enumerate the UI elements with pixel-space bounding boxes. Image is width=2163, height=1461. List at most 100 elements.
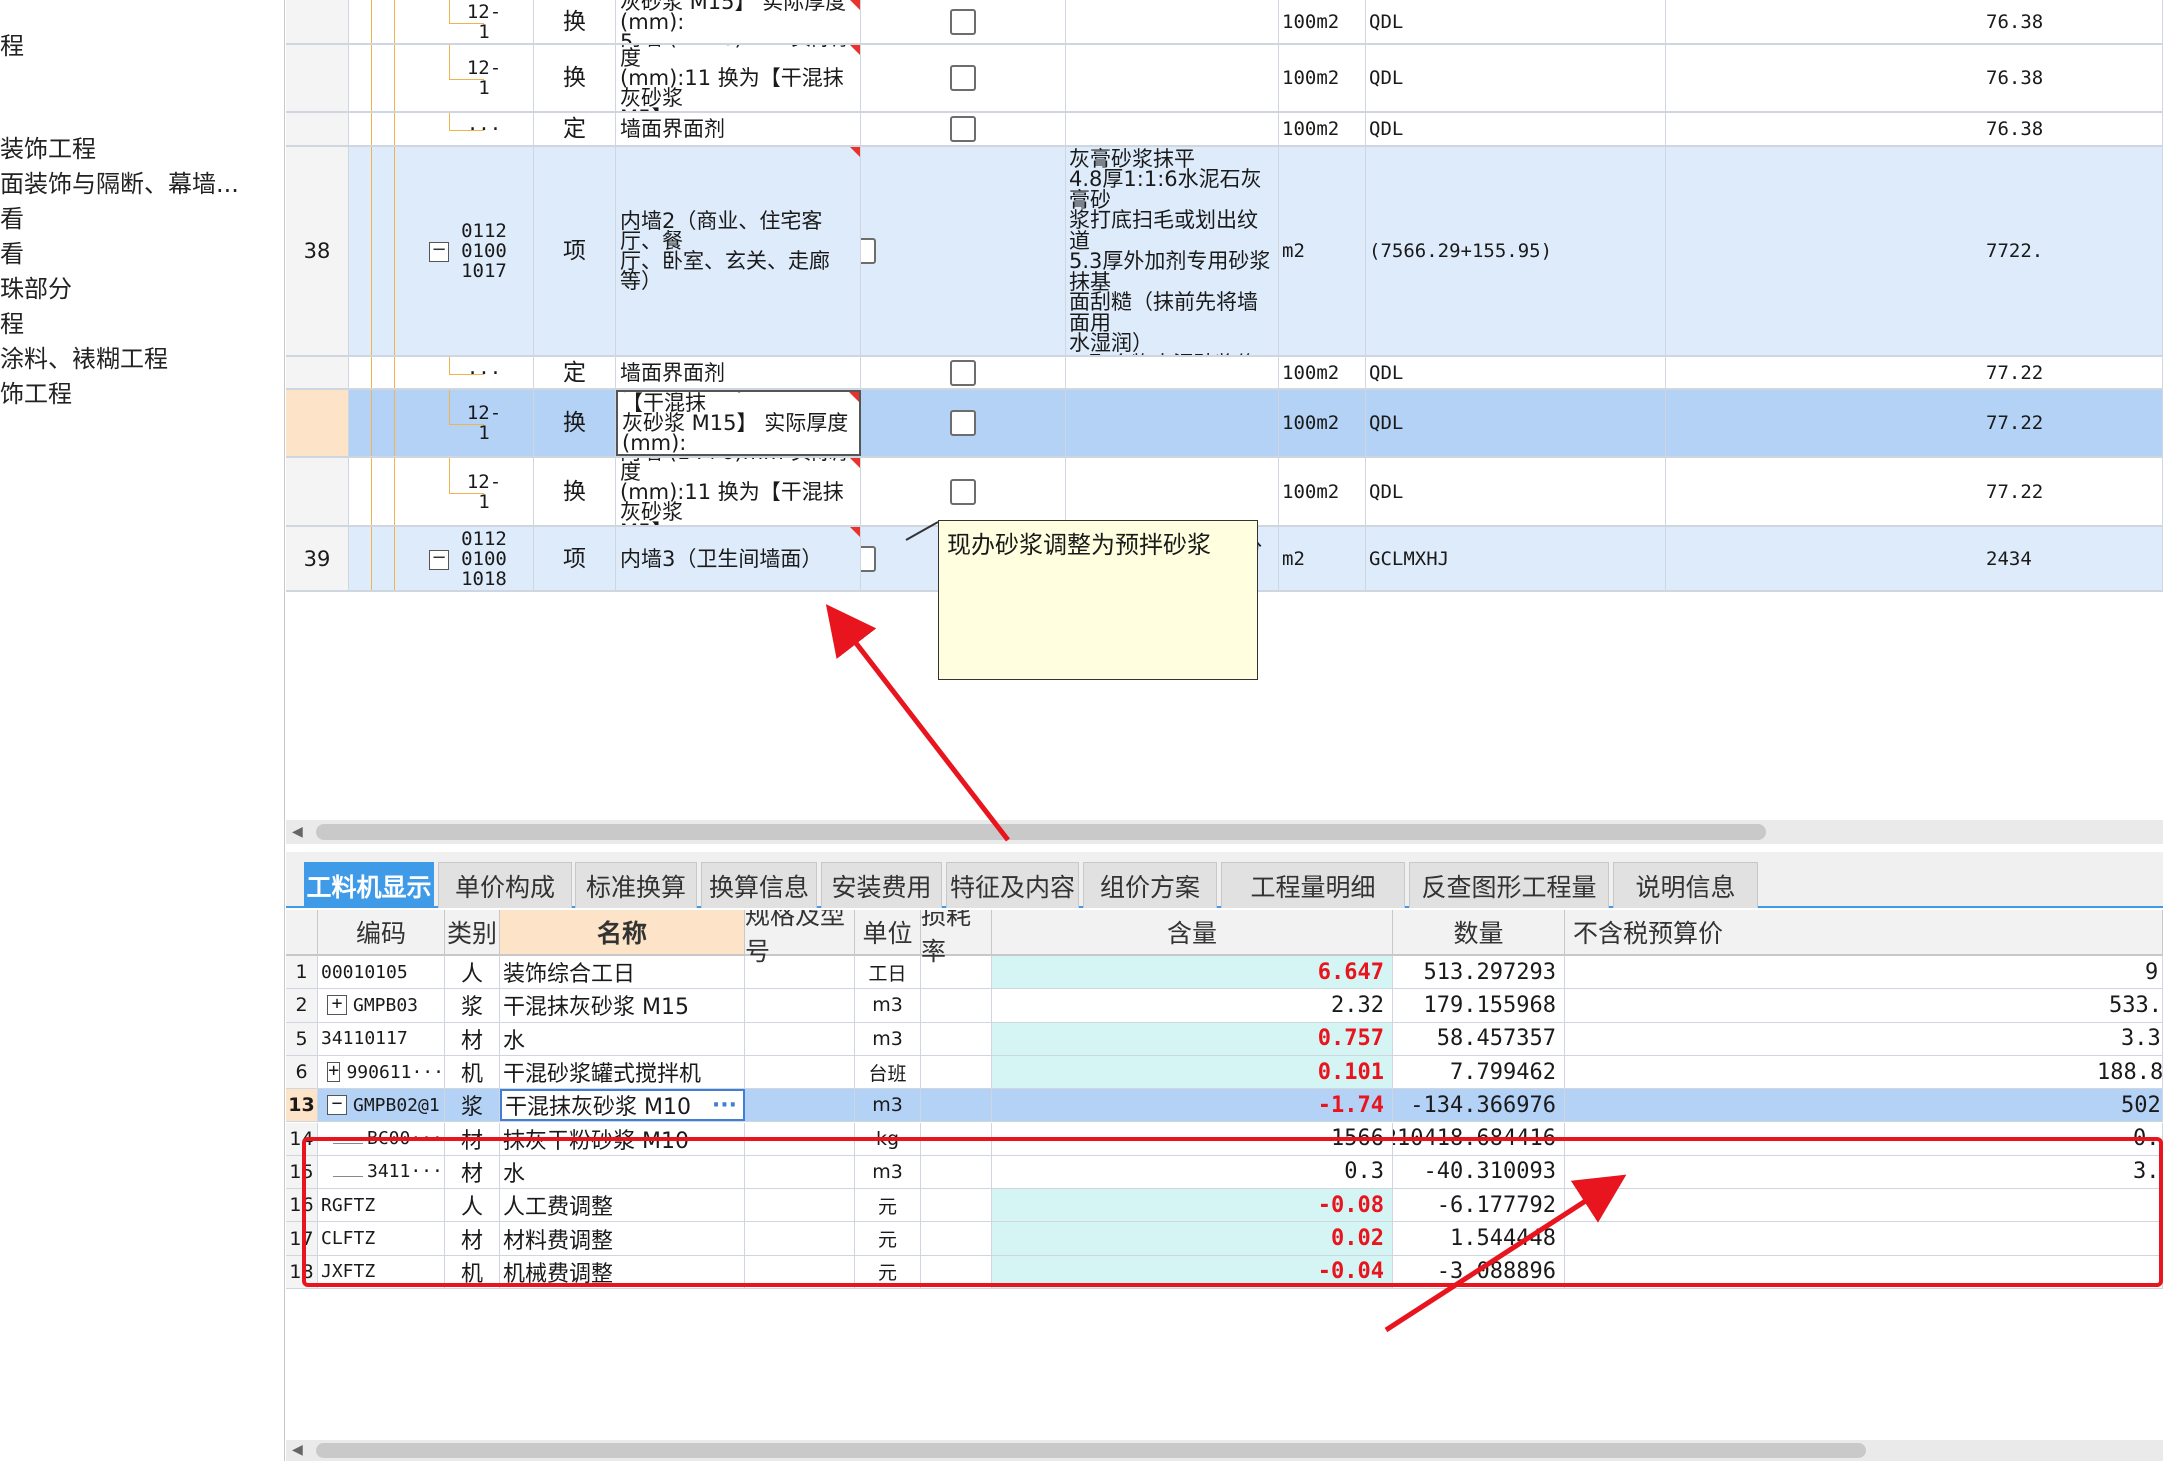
code-cell[interactable]: CLFTZ bbox=[318, 1222, 445, 1255]
code-cell[interactable]: +990611··· bbox=[318, 1055, 445, 1089]
expand-plus-icon[interactable]: + bbox=[327, 1062, 341, 1083]
more-dots-icon[interactable]: ··· bbox=[712, 1093, 737, 1118]
checkbox-icon[interactable] bbox=[950, 8, 976, 35]
name-cell[interactable]: 内墙 (14+6)mm 换为【干混抹 灰砂浆 M15】 实际厚度(mm): 5 bbox=[616, 390, 861, 456]
spec-cell[interactable] bbox=[745, 956, 855, 989]
price-cell[interactable] bbox=[1565, 1189, 2163, 1222]
type-cell[interactable]: 项 bbox=[534, 527, 616, 590]
spec-cell[interactable] bbox=[745, 1089, 855, 1122]
quantity-cell[interactable]: 76.38 bbox=[1666, 0, 2163, 43]
quantity-cell[interactable]: 513.297293 bbox=[1393, 956, 1565, 989]
loss-rate-cell[interactable] bbox=[921, 1089, 992, 1122]
content-cell[interactable]: 0.02 bbox=[992, 1222, 1393, 1255]
tree-node[interactable]: 装饰工程 bbox=[0, 129, 96, 164]
checkbox-icon[interactable] bbox=[950, 65, 976, 91]
code-cell[interactable]: 12- 1 bbox=[349, 390, 534, 456]
unit-cell[interactable]: 元 bbox=[855, 1222, 921, 1255]
name-cell[interactable]: 人工费调整 bbox=[500, 1189, 745, 1222]
tree-node[interactable]: 饰工程 bbox=[0, 374, 72, 409]
type-cell[interactable]: 换 bbox=[534, 45, 616, 111]
name-cell[interactable]: 机械费调整 bbox=[500, 1255, 745, 1288]
code-cell[interactable]: 3411··· bbox=[318, 1155, 445, 1189]
unit-cell[interactable]: m3 bbox=[855, 1089, 921, 1122]
checkbox-icon[interactable] bbox=[950, 410, 976, 436]
content-cell[interactable]: 1566 bbox=[992, 1122, 1393, 1155]
column-header[interactable]: 不含税预算价 bbox=[1565, 910, 2163, 956]
quantity-cell[interactable]: 77.22 bbox=[1666, 357, 2163, 388]
loss-rate-cell[interactable] bbox=[921, 1022, 992, 1055]
feature-cell[interactable] bbox=[1066, 45, 1279, 111]
feature-cell[interactable] bbox=[1066, 458, 1279, 525]
code-cell[interactable]: ··· bbox=[349, 357, 534, 388]
table-row[interactable]: 12- 1 换 内墙 (14+6)mm 实际厚度 (mm):11 换为【干混抹灰砂浆… bbox=[286, 45, 2163, 113]
tab-4[interactable]: 换算信息 bbox=[701, 862, 817, 908]
column-header[interactable]: 类别 bbox=[445, 910, 500, 956]
category-cell[interactable]: 人 bbox=[445, 1189, 500, 1222]
type-cell[interactable]: 定 bbox=[534, 113, 616, 145]
code-cell[interactable]: 12- 1 bbox=[349, 458, 534, 525]
table-row[interactable]: 16 RGFTZ 人人工费调整 元 -0.08 -6.177792 bbox=[286, 1189, 2163, 1223]
price-cell[interactable]: 502 bbox=[1565, 1089, 2163, 1122]
tab-8[interactable]: 工程量明细 bbox=[1221, 862, 1405, 908]
spec-cell[interactable] bbox=[745, 1022, 855, 1055]
checkbox-icon[interactable] bbox=[861, 545, 876, 572]
tree-node[interactable]: 程 bbox=[0, 304, 24, 339]
price-cell[interactable]: 0. bbox=[1565, 1122, 2163, 1155]
tab-5[interactable]: 安装费用 bbox=[821, 862, 942, 908]
checkbox-cell[interactable] bbox=[861, 147, 1066, 355]
code-cell[interactable]: −0112 0100 1018 bbox=[349, 527, 534, 590]
quantity-cell[interactable]: 58.457357 bbox=[1393, 1022, 1565, 1055]
collapse-minus-icon[interactable]: − bbox=[327, 1095, 347, 1116]
tab-3[interactable]: 标准换算 bbox=[575, 862, 697, 908]
loss-rate-cell[interactable] bbox=[921, 1255, 992, 1288]
quantity-cell[interactable]: -210418.684416 bbox=[1393, 1122, 1565, 1155]
name-cell[interactable]: 水 bbox=[500, 1022, 745, 1055]
code-cell[interactable]: BC00··· bbox=[318, 1122, 445, 1155]
tab-10[interactable]: 说明信息 bbox=[1613, 862, 1758, 908]
code-cell[interactable]: RGFTZ bbox=[318, 1189, 445, 1222]
expression-cell[interactable]: QDL bbox=[1366, 458, 1666, 525]
table-row[interactable]: ··· 定 墙面界面剂 100m2 QDL 77.22 bbox=[286, 357, 2163, 390]
name-cell[interactable]: 水 bbox=[500, 1155, 745, 1189]
price-cell[interactable]: 188.8 bbox=[1565, 1055, 2163, 1089]
upper-scroll-thumb[interactable] bbox=[316, 824, 1766, 840]
table-row[interactable]: ··· 定 墙面界面剂 100m2 QDL 76.38 bbox=[286, 113, 2163, 147]
table-row[interactable]: 12- 1 换 内墙 (14+6)mm 换为【干混抹 灰砂浆 M15】 实际厚度(m… bbox=[286, 390, 2163, 458]
unit-cell[interactable]: m3 bbox=[855, 989, 921, 1022]
expression-cell[interactable]: (7566.29+155.95) bbox=[1366, 147, 1666, 355]
spec-cell[interactable] bbox=[745, 1055, 855, 1089]
table-row[interactable]: 12- 1 换 内墙 (14+6)mm 实际厚度 (mm):11 换为【干混抹灰砂浆… bbox=[286, 458, 2163, 527]
quantity-cell[interactable]: -6.177792 bbox=[1393, 1189, 1565, 1222]
name-cell[interactable]: 干混砂浆罐式搅拌机 bbox=[500, 1055, 745, 1089]
name-cell[interactable]: 材料费调整 bbox=[500, 1222, 745, 1255]
tree-node[interactable]: 看 bbox=[0, 234, 24, 269]
unit-cell[interactable]: 台班 bbox=[855, 1055, 921, 1089]
loss-rate-cell[interactable] bbox=[921, 1055, 992, 1089]
unit-cell[interactable]: m3 bbox=[855, 1022, 921, 1055]
name-cell[interactable]: 墙面界面剂 bbox=[616, 357, 861, 388]
tab-1[interactable]: 工料机显示 bbox=[304, 862, 434, 908]
code-cell[interactable]: −0112 0100 1017 bbox=[349, 147, 534, 355]
category-cell[interactable]: 材 bbox=[445, 1155, 500, 1189]
type-cell[interactable]: 换 bbox=[534, 390, 616, 456]
content-cell[interactable]: 6.647 bbox=[992, 956, 1393, 989]
name-cell[interactable]: 干混抹灰砂浆 M15 bbox=[500, 989, 745, 1022]
unit-cell[interactable]: m3 bbox=[855, 1155, 921, 1189]
tree-node[interactable]: 涂料、裱糊工程 bbox=[0, 339, 168, 374]
feature-cell[interactable] bbox=[1066, 113, 1279, 145]
tree-node[interactable]: 看 bbox=[0, 199, 24, 234]
code-cell[interactable]: 00010105 bbox=[318, 956, 445, 989]
unit-cell[interactable]: 工日 bbox=[855, 956, 921, 989]
name-cell[interactable]: 墙面界面剂 bbox=[616, 113, 861, 145]
tab-7[interactable]: 组价方案 bbox=[1083, 862, 1217, 908]
spec-cell[interactable] bbox=[745, 1122, 855, 1155]
price-cell[interactable] bbox=[1565, 1255, 2163, 1288]
content-cell[interactable]: -0.04 bbox=[992, 1255, 1393, 1288]
category-cell[interactable]: 浆 bbox=[445, 1089, 500, 1122]
code-cell[interactable]: 12- 1 bbox=[349, 45, 534, 111]
quantity-cell[interactable]: 2434 bbox=[1666, 527, 2163, 590]
column-header[interactable]: 名称 bbox=[500, 910, 745, 956]
tree-node[interactable]: 面装饰与隔断、幕墙... bbox=[0, 164, 239, 199]
quantity-cell[interactable]: -40.310093 bbox=[1393, 1155, 1565, 1189]
unit-cell[interactable]: m2 bbox=[1279, 147, 1366, 355]
